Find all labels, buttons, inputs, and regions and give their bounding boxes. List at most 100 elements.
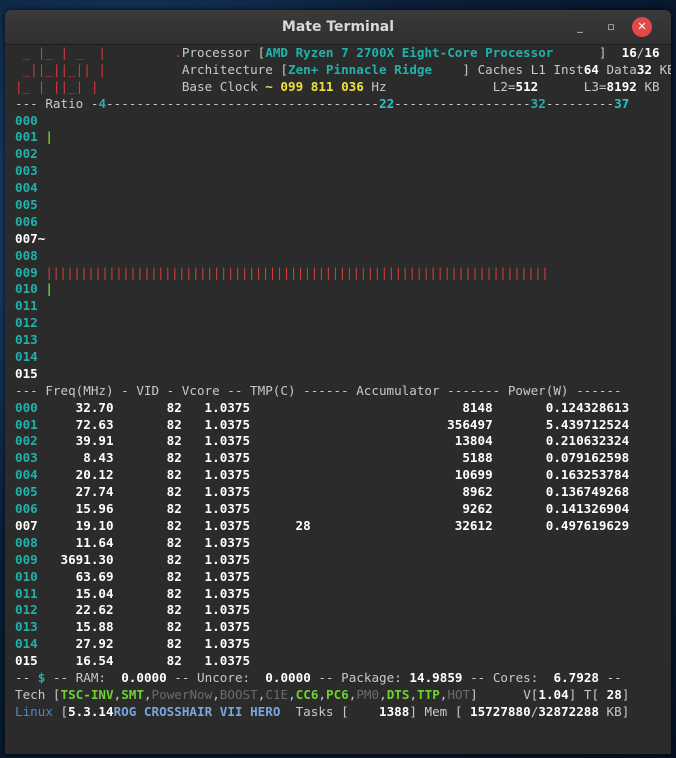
table-values: 11.64 82 1.0375 [37, 534, 630, 550]
table-core-id: 015 [15, 653, 38, 669]
ratio-turbo: 32 [530, 95, 546, 111]
table-values: 16.54 82 1.0375 [37, 653, 630, 669]
table-core-id: 001 [15, 416, 38, 432]
term-text: ] [568, 686, 584, 702]
core-id: 001 [15, 129, 38, 145]
term-text [387, 79, 493, 94]
board-name: ROG CROSSHAIR VII HERO [113, 703, 281, 719]
core-bar: | [45, 129, 53, 145]
core-bar-row: 015 [15, 366, 661, 383]
table-row: 001 72.63 82 1.0375 356497 5.439712524 [15, 417, 661, 434]
term-text: [ [591, 686, 607, 702]
term-text: ] [409, 703, 425, 719]
minimize-button[interactable]: _ [570, 17, 590, 37]
base-clock-value: ~ 099 811 036 [265, 78, 364, 94]
core-bar-row: 010 | [15, 281, 661, 298]
table-core-id: 007 [15, 517, 38, 533]
base-clock-label: Base Clock [181, 78, 258, 94]
close-button[interactable]: ✕ [632, 17, 652, 37]
table-row: 007 19.10 82 1.0375 28 32612 0.497619629 [15, 518, 661, 535]
term-text: ] [432, 61, 478, 77]
table-core-id: 012 [15, 602, 38, 618]
table-row: 010 63.69 82 1.0375 [15, 569, 661, 586]
table-row: 008 11.64 82 1.0375 [15, 535, 661, 552]
l2-label: L2 [492, 78, 508, 94]
uncore-label: Uncore: [197, 669, 251, 685]
title-bar[interactable]: Mate Terminal _ ▫ ✕ [5, 10, 671, 45]
table-core-id: 006 [15, 501, 38, 517]
term-text [250, 670, 265, 685]
core-bar-row: 004 [15, 180, 661, 197]
temp-label: T [583, 686, 592, 702]
core-id: 015 [15, 365, 38, 381]
table-values: 15.96 82 1.0375 9262 0.141326904 [37, 501, 630, 517]
term-text: [ [447, 703, 471, 719]
core-bar-row: 000 [15, 113, 661, 130]
term-text: [ [250, 45, 266, 60]
ratio-ruler: --- Ratio -4----------------------------… [15, 96, 661, 113]
core-id: 008 [15, 247, 38, 263]
table-row: 000 32.70 82 1.0375 8148 0.124328613 [15, 400, 661, 417]
core-bar-row: 005 [15, 197, 661, 214]
l1-data-value: 32 [636, 61, 652, 77]
table-core-id: 010 [15, 568, 38, 584]
table-values: 3691.30 82 1.0375 [37, 551, 630, 567]
os-name: Linux [15, 703, 53, 719]
table-values: 8.43 82 1.0375 5188 0.079162598 [37, 450, 630, 466]
data-label: Data [606, 61, 637, 77]
tech-flag: TSC-INV [60, 686, 114, 702]
core-bar-row: 009 ||||||||||||||||||||||||||||||||||||… [15, 265, 661, 282]
tech-flag: HOT [447, 686, 471, 702]
uncore-value: 0.0000 [265, 669, 311, 685]
mem-unit: KB [606, 703, 622, 719]
term-text: -- [166, 669, 198, 685]
table-core-id: 004 [15, 467, 38, 483]
term-text [280, 704, 295, 719]
term-text: ] [553, 45, 622, 60]
core-id: 010 [15, 281, 38, 297]
term-text: ] [470, 686, 524, 702]
mem-label: Mem [424, 703, 448, 719]
tech-flag: C1E [265, 686, 289, 702]
table-core-id: 005 [15, 484, 38, 500]
term-text: [ [272, 61, 288, 77]
table-row: 014 27.92 82 1.0375 [15, 636, 661, 653]
table-core-id: 013 [15, 619, 38, 635]
threads-active: 16 [621, 45, 637, 60]
tech-label: Tech [15, 686, 46, 702]
core-bar-row: 011 [15, 298, 661, 315]
terminal-content[interactable]: _ |_ | _ | .Processor [AMD Ryzen 7 2700X… [15, 45, 671, 745]
term-text: , [212, 686, 220, 702]
core-id: 007 [15, 230, 38, 246]
tasks-value: 1388 [379, 703, 410, 719]
term-text: --------- [545, 95, 615, 111]
kernel-version: 5.3.14 [68, 703, 114, 719]
core-id: 003 [15, 163, 38, 179]
unit-kb: KB [644, 78, 660, 94]
table-core-id: 003 [15, 450, 38, 466]
term-text: , [379, 686, 387, 702]
tech-row: Tech [TSC-INV,SMT,PowerNow,BOOST,C1E,CC6… [15, 687, 661, 704]
l1-inst-value: 64 [583, 61, 599, 77]
table-row: 003 8.43 82 1.0375 5188 0.079162598 [15, 450, 661, 467]
term-text: ] [621, 703, 630, 719]
table-row: 002 39.91 82 1.0375 13804 0.210632324 [15, 433, 661, 450]
term-text: [ [45, 686, 61, 702]
term-text [599, 704, 607, 719]
table-row: 009 3691.30 82 1.0375 [15, 552, 661, 569]
table-row: 005 27.74 82 1.0375 8962 0.136749268 [15, 484, 661, 501]
term-text: -- [462, 669, 493, 685]
processor-row: _ |_ | _ | .Processor [AMD Ryzen 7 2700X… [15, 45, 661, 62]
unit-kb: KB [659, 61, 671, 77]
term-text: -- [45, 669, 76, 685]
core-bar: | [45, 281, 53, 297]
table-values: 27.74 82 1.0375 8962 0.136749268 [37, 484, 630, 500]
table-values: 15.04 82 1.0375 [37, 585, 630, 601]
table-values: 15.88 82 1.0375 [37, 619, 630, 635]
term-text [114, 79, 182, 94]
table-values: 19.10 82 1.0375 28 32612 0.497619629 [37, 517, 630, 533]
maximize-button[interactable]: ▫ [601, 17, 621, 37]
mem-total: 32872288 [538, 703, 599, 719]
table-row: 004 20.12 82 1.0375 10699 0.163253784 [15, 467, 661, 484]
table-core-id: 000 [15, 399, 38, 415]
